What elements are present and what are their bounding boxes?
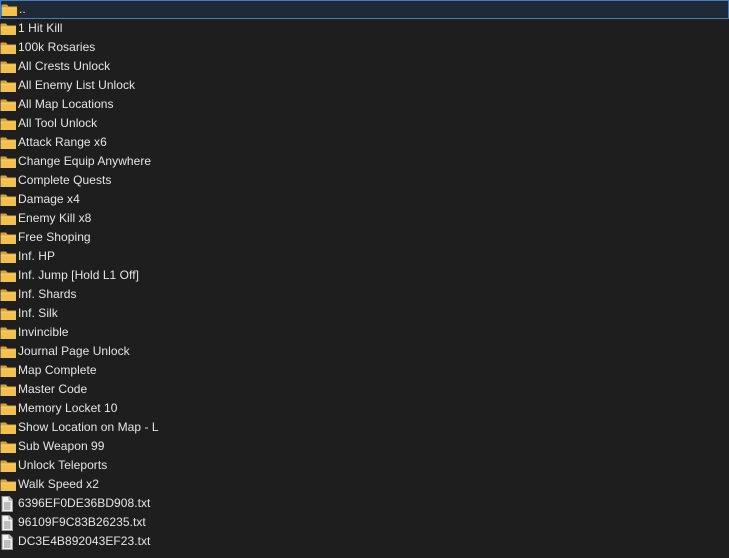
folder-icon bbox=[0, 306, 17, 322]
file-item[interactable]: 96109F9C83B26235.txt bbox=[0, 513, 729, 532]
item-label: Complete Quests bbox=[18, 173, 112, 187]
item-label: .. bbox=[19, 2, 26, 16]
item-label: Inf. Silk bbox=[18, 306, 58, 320]
folder-item[interactable]: All Crests Unlock bbox=[0, 57, 729, 76]
folder-icon bbox=[0, 78, 17, 94]
item-label: Show Location on Map - L bbox=[18, 420, 159, 434]
item-label: 96109F9C83B26235.txt bbox=[18, 515, 146, 529]
item-label: Change Equip Anywhere bbox=[18, 154, 152, 168]
item-label: DC3E4B892043EF23.txt bbox=[18, 534, 151, 548]
folder-icon bbox=[0, 116, 17, 132]
folder-icon bbox=[0, 230, 17, 246]
folder-icon bbox=[0, 173, 17, 189]
folder-icon bbox=[0, 135, 17, 151]
item-label: Free Shoping bbox=[18, 230, 91, 244]
folder-item[interactable]: Attack Range x6 bbox=[0, 133, 729, 152]
folder-icon bbox=[0, 268, 17, 284]
folder-icon bbox=[0, 249, 17, 265]
folder-icon bbox=[0, 382, 17, 398]
item-label: 100k Rosaries bbox=[18, 40, 96, 54]
item-label: Attack Range x6 bbox=[18, 135, 107, 149]
folder-item[interactable]: Unlock Teleports bbox=[0, 456, 729, 475]
item-label: Inf. Shards bbox=[18, 287, 77, 301]
folder-item[interactable]: Enemy Kill x8 bbox=[0, 209, 729, 228]
item-label: 6396EF0DE36BD908.txt bbox=[18, 496, 151, 510]
folder-item[interactable]: Inf. Shards bbox=[0, 285, 729, 304]
folder-icon bbox=[0, 401, 17, 417]
folder-item[interactable]: Change Equip Anywhere bbox=[0, 152, 729, 171]
folder-item[interactable]: All Enemy List Unlock bbox=[0, 76, 729, 95]
file-item[interactable]: DC3E4B892043EF23.txt bbox=[0, 532, 729, 551]
folder-icon bbox=[1, 2, 18, 18]
folder-item[interactable]: Inf. Jump [Hold L1 Off] bbox=[0, 266, 729, 285]
folder-item[interactable]: 100k Rosaries bbox=[0, 38, 729, 57]
folder-icon bbox=[0, 192, 17, 208]
folder-icon bbox=[0, 477, 17, 493]
item-label: Unlock Teleports bbox=[18, 458, 108, 472]
item-label: 1 Hit Kill bbox=[18, 21, 63, 35]
folder-icon bbox=[0, 325, 17, 341]
item-label: Sub Weapon 99 bbox=[18, 439, 105, 453]
folder-icon bbox=[0, 21, 17, 37]
item-label: Walk Speed x2 bbox=[18, 477, 99, 491]
item-label: Memory Locket 10 bbox=[18, 401, 118, 415]
item-label: Invincible bbox=[18, 325, 69, 339]
item-label: Inf. Jump [Hold L1 Off] bbox=[18, 268, 139, 282]
item-label: All Map Locations bbox=[18, 97, 114, 111]
item-label: Enemy Kill x8 bbox=[18, 211, 92, 225]
folder-item[interactable]: Complete Quests bbox=[0, 171, 729, 190]
folder-icon bbox=[0, 211, 17, 227]
item-label: Damage x4 bbox=[18, 192, 80, 206]
folder-icon bbox=[0, 363, 17, 379]
folder-item[interactable]: Walk Speed x2 bbox=[0, 475, 729, 494]
folder-item[interactable]: Free Shoping bbox=[0, 228, 729, 247]
item-label: All Tool Unlock bbox=[18, 116, 98, 130]
folder-icon bbox=[0, 97, 17, 113]
folder-item[interactable]: Map Complete bbox=[0, 361, 729, 380]
folder-item[interactable]: Journal Page Unlock bbox=[0, 342, 729, 361]
folder-item[interactable]: Memory Locket 10 bbox=[0, 399, 729, 418]
item-label: All Crests Unlock bbox=[18, 59, 111, 73]
folder-icon bbox=[0, 40, 17, 56]
file-list: .. 1 Hit Kill 100k Rosaries All Crests U… bbox=[0, 0, 729, 558]
text-file-icon bbox=[0, 514, 17, 531]
item-label: Map Complete bbox=[18, 363, 97, 377]
folder-icon bbox=[0, 287, 17, 303]
folder-icon bbox=[0, 59, 17, 75]
file-item[interactable]: 6396EF0DE36BD908.txt bbox=[0, 494, 729, 513]
folder-item[interactable]: Inf. Silk bbox=[0, 304, 729, 323]
folder-item[interactable]: Master Code bbox=[0, 380, 729, 399]
folder-item[interactable]: Damage x4 bbox=[0, 190, 729, 209]
folder-icon bbox=[0, 154, 17, 170]
folder-item[interactable]: Inf. HP bbox=[0, 247, 729, 266]
folder-icon bbox=[0, 439, 17, 455]
folder-icon bbox=[0, 420, 17, 436]
folder-icon bbox=[0, 344, 17, 360]
folder-item[interactable]: Sub Weapon 99 bbox=[0, 437, 729, 456]
folder-item[interactable]: Show Location on Map - L bbox=[0, 418, 729, 437]
text-file-icon bbox=[0, 533, 17, 550]
item-label: Inf. HP bbox=[18, 249, 56, 263]
item-label: All Enemy List Unlock bbox=[18, 78, 136, 92]
folder-item[interactable]: All Map Locations bbox=[0, 95, 729, 114]
folder-item[interactable]: .. bbox=[0, 0, 729, 19]
folder-item[interactable]: All Tool Unlock bbox=[0, 114, 729, 133]
folder-item[interactable]: 1 Hit Kill bbox=[0, 19, 729, 38]
folder-icon bbox=[0, 458, 17, 474]
item-label: Master Code bbox=[18, 382, 88, 396]
item-label: Journal Page Unlock bbox=[18, 344, 130, 358]
folder-item[interactable]: Invincible bbox=[0, 323, 729, 342]
text-file-icon bbox=[0, 495, 17, 512]
